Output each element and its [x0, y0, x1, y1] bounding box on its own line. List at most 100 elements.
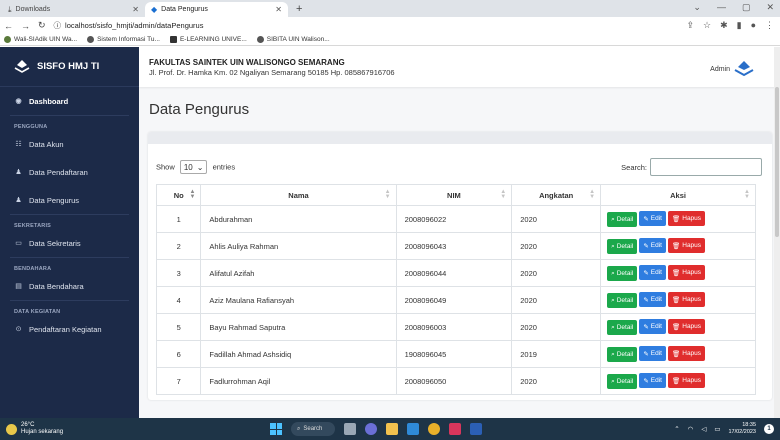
back-icon[interactable]: ← — [4, 21, 13, 31]
menu-icon[interactable]: ⋮ — [765, 20, 774, 31]
dashboard-icon: ◉ — [15, 98, 22, 105]
bookmark-item[interactable]: E-LEARNING UNIVE... — [169, 36, 247, 43]
detail-button[interactable]: ⌕ Detail — [607, 320, 638, 335]
column-header-angkatan[interactable]: Angkatan ▲ ▼ — [511, 184, 602, 206]
edit-button[interactable]: ✎ Edit — [639, 373, 666, 388]
edit-button[interactable]: ✎ Edit — [639, 319, 666, 334]
sidebar-item-data-pengurus[interactable]: ♟ Data Pengurus — [0, 186, 139, 214]
wifi-icon[interactable]: ◠ — [688, 425, 694, 433]
chevron-up-icon[interactable]: ⌃ — [674, 425, 679, 433]
taskbar-search[interactable]: ⌕ Search — [291, 422, 335, 436]
bookmarks-bar: Wali-SIAdik UIN Wa... Sistem Informasi T… — [0, 34, 780, 46]
search-input[interactable] — [650, 158, 762, 176]
taskbar-apps: ⌕ Search — [270, 422, 482, 436]
edit-button[interactable]: ✎ Edit — [639, 346, 666, 361]
page-scrollbar[interactable] — [774, 47, 780, 418]
sidebar-item-data-pendaftaran[interactable]: ♟ Data Pendaftaran — [0, 158, 139, 186]
sidebar-item-label: Dashboard — [29, 96, 69, 106]
detail-button[interactable]: ⌕ Detail — [607, 212, 638, 227]
column-header-nama[interactable]: Nama ▲ ▼ — [200, 184, 397, 206]
scrollbar-thumb[interactable] — [775, 87, 779, 237]
new-tab-button[interactable]: + — [288, 2, 310, 17]
hapus-button[interactable]: 🗑 Hapus — [667, 346, 706, 361]
search-icon: ⌕ — [297, 425, 301, 432]
edit-button[interactable]: ✎ Edit — [639, 238, 666, 253]
bookmark-item[interactable]: Sistem Informasi Tu... — [87, 36, 160, 43]
battery-icon[interactable]: ▭ — [714, 425, 720, 433]
hapus-button[interactable]: 🗑 Hapus — [667, 373, 706, 388]
detail-button[interactable]: ⌕ Detail — [607, 266, 638, 281]
reload-icon[interactable]: ↻ — [38, 20, 46, 31]
brand[interactable]: SISFO HMJ TI — [0, 47, 139, 87]
edit-button[interactable]: ✎ Edit — [639, 292, 666, 307]
chrome-icon[interactable] — [428, 423, 440, 435]
column-label: NIM — [447, 190, 461, 200]
hapus-button[interactable]: 🗑 Hapus — [667, 265, 706, 280]
profile-icon[interactable]: ● — [751, 20, 756, 31]
column-header-no[interactable]: No ▲ ▼ — [155, 184, 202, 206]
volume-icon[interactable]: ◁ — [701, 425, 706, 433]
admin-label: Admin — [710, 65, 730, 73]
bookmark-item[interactable]: Wali-SIAdik UIN Wa... — [4, 36, 77, 43]
word-icon[interactable] — [470, 423, 482, 435]
sidebar-item-label: Data Pendaftaran — [29, 167, 88, 177]
clock[interactable]: 18:35 17/02/2023 — [728, 422, 756, 436]
minimize-icon[interactable]: — — [717, 2, 726, 13]
app-icon[interactable] — [449, 423, 461, 435]
hapus-button[interactable]: 🗑 Hapus — [667, 211, 706, 226]
task-view-icon[interactable] — [344, 423, 356, 435]
tab-label: Data Pengurus — [161, 6, 208, 13]
edit-label: Edit — [650, 323, 662, 330]
url-field[interactable]: ⓘ localhost/sisfo_hmjti/admin/dataPengur… — [54, 20, 679, 31]
close-window-icon[interactable]: ✕ — [766, 2, 774, 13]
detail-button[interactable]: ⌕ Detail — [607, 239, 638, 254]
cell-nim: 2008096003 — [395, 313, 513, 341]
entries-select[interactable]: 10 ⌄ — [179, 160, 208, 174]
table-body: 1 Abdurahman 2008096022 2020 ⌕ Detail ✎ Edit 🗑 Ha… — [155, 205, 756, 395]
column-header-nim[interactable]: NIM ▲ ▼ — [395, 184, 513, 206]
tab-downloads[interactable]: ⤓ Downloads ✕ — [2, 2, 145, 17]
column-header-aksi[interactable]: Aksi ▲ ▼ — [600, 184, 756, 206]
table-row: 2 Ahlis Auliya Rahman 2008096043 2020 ⌕ Detai… — [155, 232, 756, 260]
sidepanel-icon[interactable]: ▮ — [737, 20, 742, 31]
detail-button[interactable]: ⌕ Detail — [607, 347, 638, 362]
detail-button[interactable]: ⌕ Detail — [607, 293, 638, 308]
info-icon[interactable]: ⓘ — [54, 20, 62, 31]
hapus-button[interactable]: 🗑 Hapus — [667, 319, 706, 334]
forward-icon[interactable]: → — [21, 21, 30, 31]
chat-icon[interactable] — [365, 423, 377, 435]
tab-data-pengurus[interactable]: ◆ Data Pengurus ✕ — [145, 2, 288, 17]
hapus-button[interactable]: 🗑 Hapus — [667, 238, 706, 253]
detail-button[interactable]: ⌕ Detail — [607, 374, 638, 389]
bookmark-item[interactable]: SIBITA UIN Walison... — [256, 36, 330, 43]
close-tab-icon[interactable]: ✕ — [132, 5, 139, 14]
extensions-icon[interactable]: ✱ — [720, 20, 728, 31]
windows-start-icon[interactable] — [270, 423, 282, 435]
cell-nama: Fadillah Ahmad Ashsidiq — [200, 340, 397, 368]
cell-nim: 2008096049 — [395, 286, 513, 314]
file-explorer-icon[interactable] — [386, 423, 398, 435]
admin-menu[interactable]: Admin — [710, 61, 754, 77]
detail-label: Detail — [616, 351, 634, 358]
hapus-button[interactable]: 🗑 Hapus — [667, 292, 706, 307]
cell-nim: 2008096050 — [395, 367, 513, 395]
notification-badge[interactable]: 1 — [764, 424, 774, 434]
close-tab-icon[interactable]: ✕ — [275, 5, 282, 14]
sidebar-item-data-sekretaris[interactable]: ▭ Data Sekretaris — [0, 229, 139, 257]
maximize-icon[interactable]: ▢ — [742, 2, 751, 13]
star-icon[interactable]: ☆ — [703, 20, 711, 31]
edit-button[interactable]: ✎ Edit — [639, 265, 666, 280]
sidebar-item-data-bendahara[interactable]: ▤ Data Bendahara — [0, 272, 139, 300]
sidebar-item-pendaftaran-kegiatan[interactable]: ⊙ Pendaftaran Kegiatan — [0, 315, 139, 343]
chevron-down-icon[interactable]: ⌄ — [693, 2, 701, 13]
share-icon[interactable]: ⇪ — [686, 20, 694, 31]
edit-button[interactable]: ✎ Edit — [639, 211, 666, 226]
sidebar-item-dashboard[interactable]: ◉ Dashboard — [0, 87, 139, 115]
mail-icon[interactable] — [407, 423, 419, 435]
url-text: localhost/sisfo_hmjti/admin/dataPengurus — [65, 21, 204, 30]
weather-widget[interactable]: 26°C Hujan sekarang — [0, 422, 190, 436]
clock-date: 17/02/2023 — [728, 429, 756, 435]
cell-aksi: ⌕ Detail ✎ Edit 🗑 Hapus — [600, 367, 756, 395]
sidebar-item-data-akun[interactable]: ☷ Data Akun — [0, 130, 139, 158]
cell-aksi: ⌕ Detail ✎ Edit 🗑 Hapus — [600, 232, 756, 260]
